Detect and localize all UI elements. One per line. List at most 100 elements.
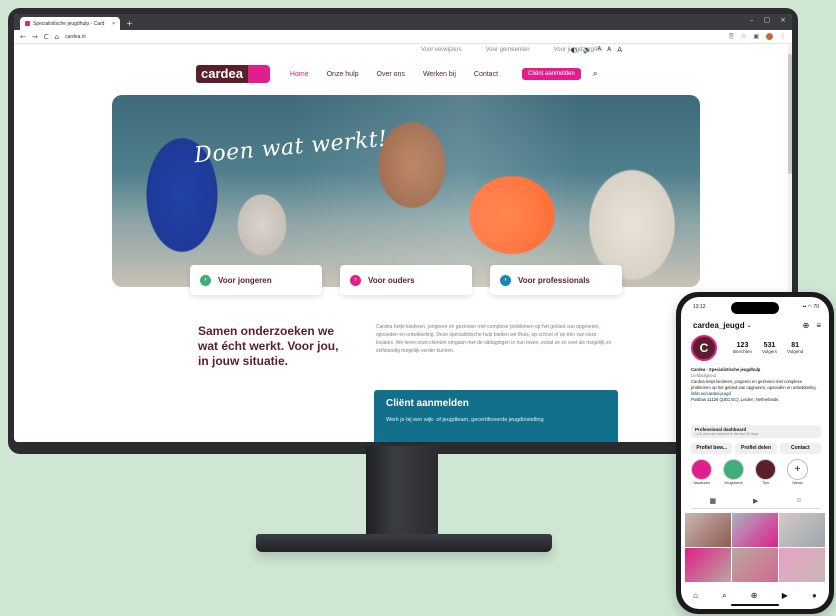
status-icons: ▪▪ ◠ 70 [802,304,819,310]
post-tile[interactable] [732,548,778,582]
intro-body: Cardea helpt kinderen, jongeren en gezin… [376,324,612,354]
card-voor-jongeren[interactable]: › Voor jongeren [190,265,322,295]
cardea-logo[interactable]: cardea [196,65,270,83]
highlight-jeugdwerk[interactable]: Jeugdwerk [723,459,744,485]
ig-highlights: Vacatures Jeugdwerk Tips + Nieuw [691,459,808,485]
scrollbar-thumb[interactable] [788,54,792,174]
hamburger-menu-icon[interactable]: ≡ [816,321,821,330]
minimize-icon[interactable]: – [750,16,754,24]
profile-avatar[interactable] [766,32,773,40]
menu-item-werken-bij[interactable]: Werken bij [423,71,456,78]
ig-profile-summary: C 123 Berichten 531 Volgers 81 Volgend [691,335,821,361]
logo-mark [247,65,270,83]
post-tile[interactable] [732,513,778,547]
ig-avatar[interactable]: C [691,335,717,361]
smartphone: 13:12 ▪▪ ◠ 70 cardea_jeugd ⌄ ⊕ ≡ C 123 B… [676,292,834,614]
share-icon[interactable]: ⎘ [729,33,734,41]
monitor-base [256,534,552,552]
highlight-label: Tips [761,481,770,485]
menu-item-contact[interactable]: Contact [474,71,498,78]
back-icon[interactable]: ← [20,33,26,41]
home-icon[interactable]: ⌂ [693,591,698,601]
ig-username[interactable]: cardea_jeugd [693,321,745,330]
grid-tab-icon[interactable]: ▦ [709,497,716,505]
post-tile[interactable] [779,513,825,547]
status-time: 13:12 [693,304,706,310]
maximize-icon[interactable]: ▢ [764,16,771,24]
browser-tab-bar: Specialistische jeugdhulp - Card × + – ▢… [14,14,792,30]
ig-bio: Cardea - Specialistische jeugdhulp Liefd… [691,367,821,403]
new-post-icon[interactable]: ⊕ [803,321,810,330]
font-size-medium[interactable]: A [607,46,611,54]
search-icon[interactable]: ⌕ [593,69,598,79]
stat-followers[interactable]: 531 Volgers [762,342,777,354]
top-link-gemeenten[interactable]: Voor gemeenten [486,47,530,53]
client-panel-title: Cliënt aanmelden [386,398,469,409]
professional-dashboard[interactable]: Professional dashboard 1,1K account reac… [691,425,821,438]
menu-item-home[interactable]: Home [290,71,309,78]
address-field[interactable]: cardea.nl [65,34,86,40]
home-icon[interactable]: ⌂ [55,33,59,41]
home-indicator [731,604,779,606]
font-size-large[interactable]: A [617,46,622,54]
profile-icon[interactable]: ● [812,591,817,601]
browser-toolbar-icons: ⎘ ☆ ▣ ⋮ [729,32,786,41]
contrast-icon[interactable]: ◐ [571,46,577,54]
stat-following[interactable]: 81 Volgend [787,342,803,354]
chevron-down-icon[interactable]: ⌄ [747,322,752,329]
post-tile[interactable] [685,548,731,582]
stat-posts[interactable]: 123 Berichten [733,342,752,354]
stat-label: Berichten [733,349,753,354]
reels-icon[interactable]: ▶ [782,591,788,601]
new-tab-button[interactable]: + [126,17,133,30]
client-aanmelden-panel[interactable]: Cliënt aanmelden Werk je bij een wijk- o… [374,390,618,442]
highlight-vacatures[interactable]: Vacatures [691,459,712,485]
tagged-tab-icon[interactable]: ☺ [795,497,802,505]
card-voor-ouders[interactable]: › Voor ouders [340,265,472,295]
create-icon[interactable]: ⊕ [751,591,758,601]
tab-close-icon[interactable]: × [112,21,115,27]
ig-post-grid [685,513,825,582]
card-voor-professionals[interactable]: › Voor professionals [490,265,622,295]
highlight-label: Vacatures [693,481,710,485]
highlight-tips[interactable]: Tips [755,459,776,485]
font-size-small[interactable]: A [598,46,601,54]
forward-icon[interactable]: → [32,33,38,41]
phone-status-bar: 13:12 ▪▪ ◠ 70 [693,304,819,310]
close-window-icon[interactable]: × [780,16,786,24]
tab-title: Specialistische jeugdhulp - Card [33,20,105,27]
ig-content-tabs: ▦ ▶ ☺ [691,497,821,509]
read-aloud-icon[interactable]: 🔈 [583,46,592,54]
bio-address: Postbus 11126 (2301 EC), Leiden, Netherl… [691,397,779,402]
sidepanel-icon[interactable]: ▣ [753,33,759,41]
contact-button[interactable]: Contact [779,443,821,454]
search-icon[interactable]: ⌕ [722,591,726,601]
top-link-verwijzers[interactable]: Voor verwijzers [421,47,462,53]
menu-item-onze-hulp[interactable]: Onze hulp [327,71,359,78]
reels-tab-icon[interactable]: ▶ [753,497,758,505]
ig-header-icons: ⊕ ≡ [803,321,821,330]
stat-number: 123 [736,342,749,349]
post-tile[interactable] [779,548,825,582]
audience-cards: › Voor jongeren › Voor ouders › Voor pro… [190,265,622,295]
hero-light-overlay [112,95,700,287]
highlight-new[interactable]: + Nieuw [787,459,808,485]
reload-icon[interactable]: C [44,33,49,41]
logo-text: cardea [196,65,248,83]
highlight-circle [723,459,744,480]
browser-tab[interactable]: Specialistische jeugdhulp - Card × [20,17,120,30]
menu-item-over-ons[interactable]: Over ons [377,71,405,78]
share-profile-button[interactable]: Profiel delen [735,443,777,454]
stat-label: Volgers [762,349,778,354]
stat-number: 531 [763,342,776,349]
browser-menu-icon[interactable]: ⋮ [780,33,786,41]
client-aanmelden-button[interactable]: Cliënt aanmelden [522,68,581,80]
bio-text: Cardea helpt kinderen, jongeren en gezin… [691,379,817,390]
stat-label: Volgend [787,349,804,354]
ig-profile-buttons: Profiel bew... Profiel delen Contact [691,443,821,454]
bookmark-star-icon[interactable]: ☆ [741,33,746,41]
instagram-profile-screen: 13:12 ▪▪ ◠ 70 cardea_jeugd ⌄ ⊕ ≡ C 123 B… [681,297,829,609]
post-tile[interactable] [685,513,731,547]
client-panel-subtitle: Werk je bij een wijk- of jeugdteam, gece… [386,417,544,423]
edit-profile-button[interactable]: Profiel bew... [691,443,733,454]
